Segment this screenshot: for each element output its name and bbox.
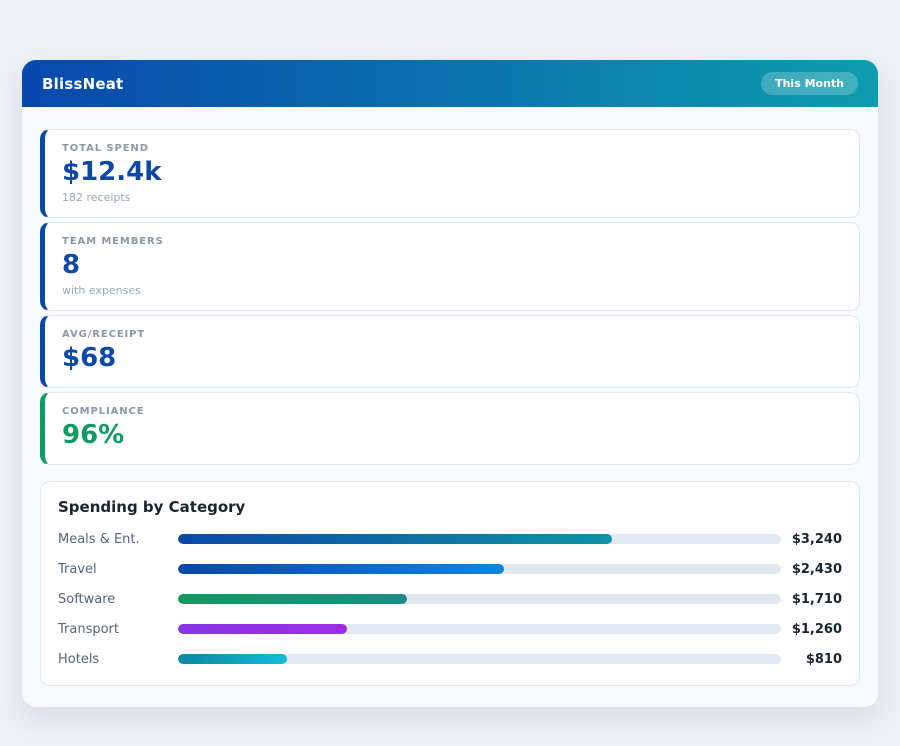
- category-value: $1,710: [790, 592, 842, 607]
- stat-label: TEAM MEMBERS: [62, 236, 842, 247]
- stat-value: 96%: [62, 421, 842, 451]
- period-badge[interactable]: This Month: [761, 72, 858, 95]
- bar-track: [178, 564, 781, 574]
- category-label: Software: [58, 592, 178, 607]
- stat-card-avg-receipt: AVG/RECEIPT $68: [40, 315, 860, 388]
- stat-label: AVG/RECEIPT: [62, 329, 842, 340]
- stat-label: COMPLIANCE: [62, 406, 842, 417]
- category-value: $3,240: [790, 532, 842, 547]
- bar-row-hotels: Hotels $810: [58, 652, 842, 667]
- bar-fill-transport: [178, 624, 347, 634]
- stat-label: TOTAL SPEND: [62, 143, 842, 154]
- stat-card-team-members: TEAM MEMBERS 8 with expenses: [40, 222, 860, 311]
- app-header: BlissNeat This Month: [22, 60, 878, 107]
- bar-fill-travel: [178, 564, 504, 574]
- spending-by-category-card: Spending by Category Meals & Ent. $3,240…: [40, 481, 860, 686]
- stat-card-compliance: COMPLIANCE 96%: [40, 392, 860, 465]
- bar-fill-meals: [178, 534, 612, 544]
- stat-subtext: 182 receipts: [62, 191, 842, 204]
- category-label: Hotels: [58, 652, 178, 667]
- category-label: Travel: [58, 562, 178, 577]
- category-label: Transport: [58, 622, 178, 637]
- bar-track: [178, 624, 781, 634]
- bar-track: [178, 654, 781, 664]
- stat-value: $12.4k: [62, 158, 842, 188]
- chart-title: Spending by Category: [58, 498, 842, 516]
- bar-track: [178, 594, 781, 604]
- stat-value: 8: [62, 251, 842, 281]
- stat-subtext: with expenses: [62, 284, 842, 297]
- category-value: $2,430: [790, 562, 842, 577]
- bar-row-travel: Travel $2,430: [58, 562, 842, 577]
- bar-fill-hotels: [178, 654, 287, 664]
- category-label: Meals & Ent.: [58, 532, 178, 547]
- category-value: $810: [790, 652, 842, 667]
- bar-track: [178, 534, 781, 544]
- stat-value: $68: [62, 344, 842, 374]
- bar-row-transport: Transport $1,260: [58, 622, 842, 637]
- category-value: $1,260: [790, 622, 842, 637]
- app-title: BlissNeat: [42, 75, 123, 93]
- bar-fill-software: [178, 594, 407, 604]
- dashboard-body: TOTAL SPEND $12.4k 182 receipts TEAM MEM…: [22, 107, 878, 707]
- bar-row-meals: Meals & Ent. $3,240: [58, 532, 842, 547]
- bar-row-software: Software $1,710: [58, 592, 842, 607]
- dashboard-panel: BlissNeat This Month TOTAL SPEND $12.4k …: [22, 60, 878, 707]
- stat-card-total-spend: TOTAL SPEND $12.4k 182 receipts: [40, 129, 860, 218]
